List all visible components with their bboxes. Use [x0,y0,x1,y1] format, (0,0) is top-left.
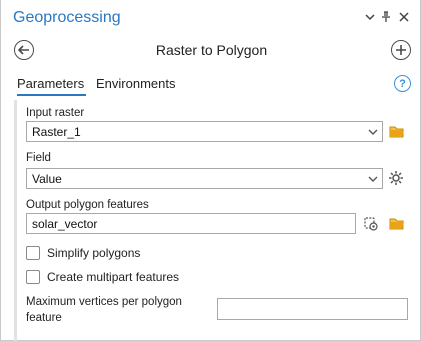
input-raster-dropdown[interactable]: Raster_1 [26,121,383,142]
tab-environments[interactable]: Environments [96,76,175,91]
pane-title-bar: Geoprocessing [1,0,421,34]
output-features-input[interactable]: solar_vector [26,213,356,234]
output-features-label: Output polygon features [26,199,149,211]
active-tab-indicator [17,94,86,96]
simplify-polygons-label: Simplify polygons [47,246,141,260]
folder-icon[interactable] [389,216,405,232]
chevron-down-icon[interactable] [363,10,377,24]
dataset-properties-icon[interactable] [363,216,379,232]
parameter-group-bar [14,100,17,341]
geoprocessing-pane: Geoprocessing Raster to Polygon Paramete… [0,0,421,341]
field-dropdown[interactable]: Value [26,168,383,189]
field-value: Value [32,172,62,186]
output-features-value: solar_vector [32,217,98,231]
pane-title: Geoprocessing [13,9,121,26]
chevron-down-icon [368,129,378,135]
max-vertices-label: Maximum vertices per polygon feature [26,296,182,324]
input-raster-value: Raster_1 [32,125,81,139]
close-icon[interactable] [397,10,411,24]
folder-icon[interactable] [389,124,405,140]
gear-icon[interactable] [388,170,404,186]
pin-icon[interactable] [379,10,393,24]
field-label: Field [26,152,51,164]
chevron-down-icon [368,176,378,182]
input-raster-label: Input raster [26,107,85,119]
tab-parameters[interactable]: Parameters [17,76,84,91]
tool-header: Raster to Polygon [1,36,421,64]
tool-name: Raster to Polygon [155,42,268,58]
multipart-features-label: Create multipart features [47,270,180,284]
multipart-features-checkbox[interactable] [26,270,40,284]
help-icon[interactable]: ? [394,75,411,92]
max-vertices-input[interactable] [217,298,408,320]
add-circle-icon[interactable] [391,40,411,60]
simplify-polygons-checkbox[interactable] [26,246,40,260]
